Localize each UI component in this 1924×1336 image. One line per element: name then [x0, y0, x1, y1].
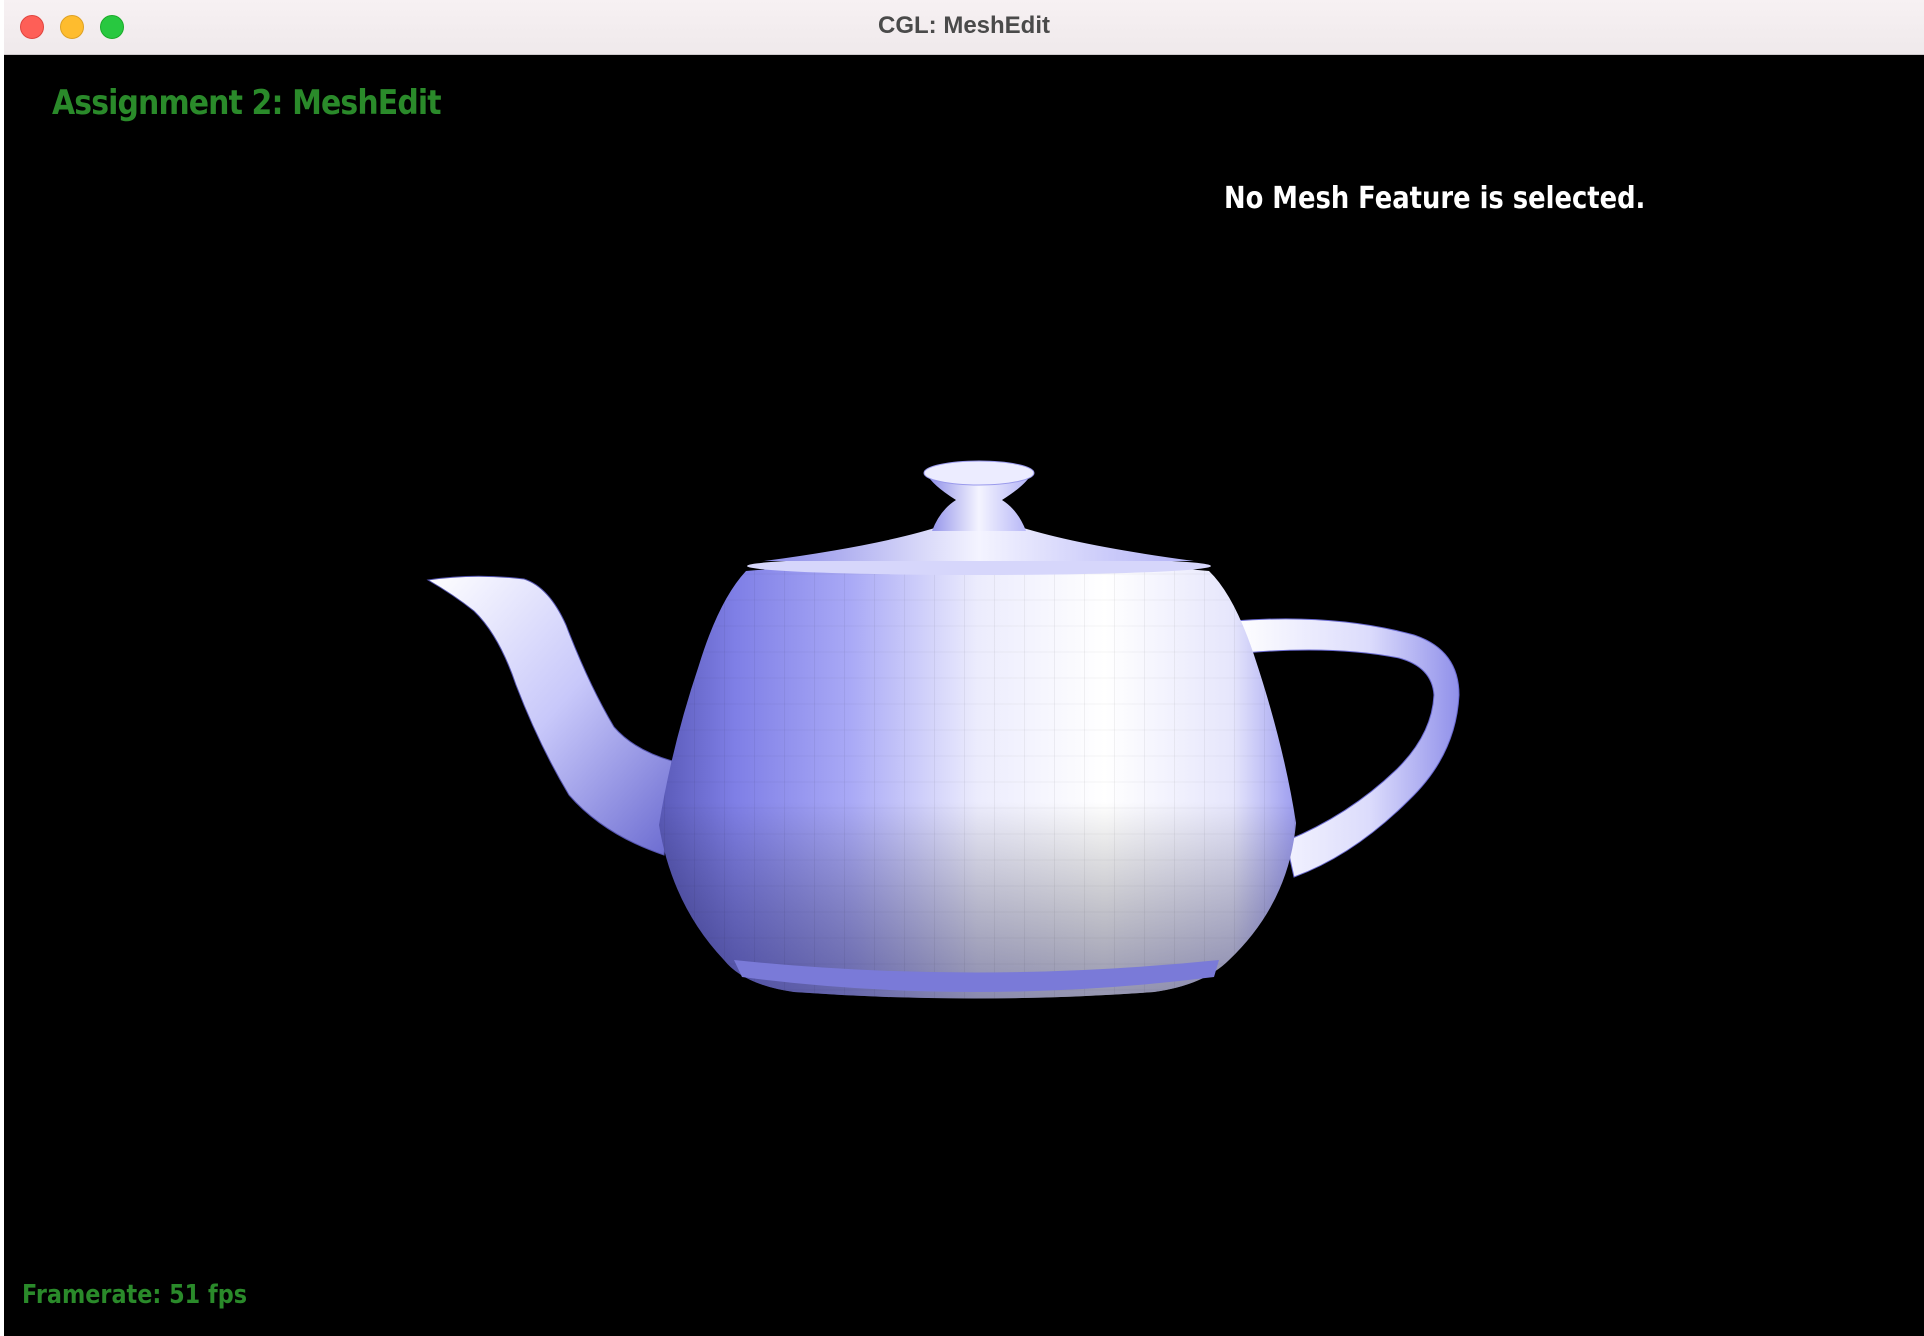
selection-status-text: No Mesh Feature is selected. — [1224, 181, 1646, 216]
app-window: CGL: MeshEdit Assignment 2: MeshEdit No … — [4, 0, 1924, 1336]
render-viewport[interactable]: Assignment 2: MeshEdit No Mesh Feature i… — [4, 55, 1924, 1336]
framerate-readout: Framerate: 51 fps — [22, 1280, 248, 1310]
teapot-mesh[interactable] — [4, 55, 1924, 1336]
assignment-title: Assignment 2: MeshEdit — [52, 83, 442, 123]
window-title: CGL: MeshEdit — [878, 12, 1050, 39]
title-bar[interactable]: CGL: MeshEdit — [4, 0, 1924, 55]
